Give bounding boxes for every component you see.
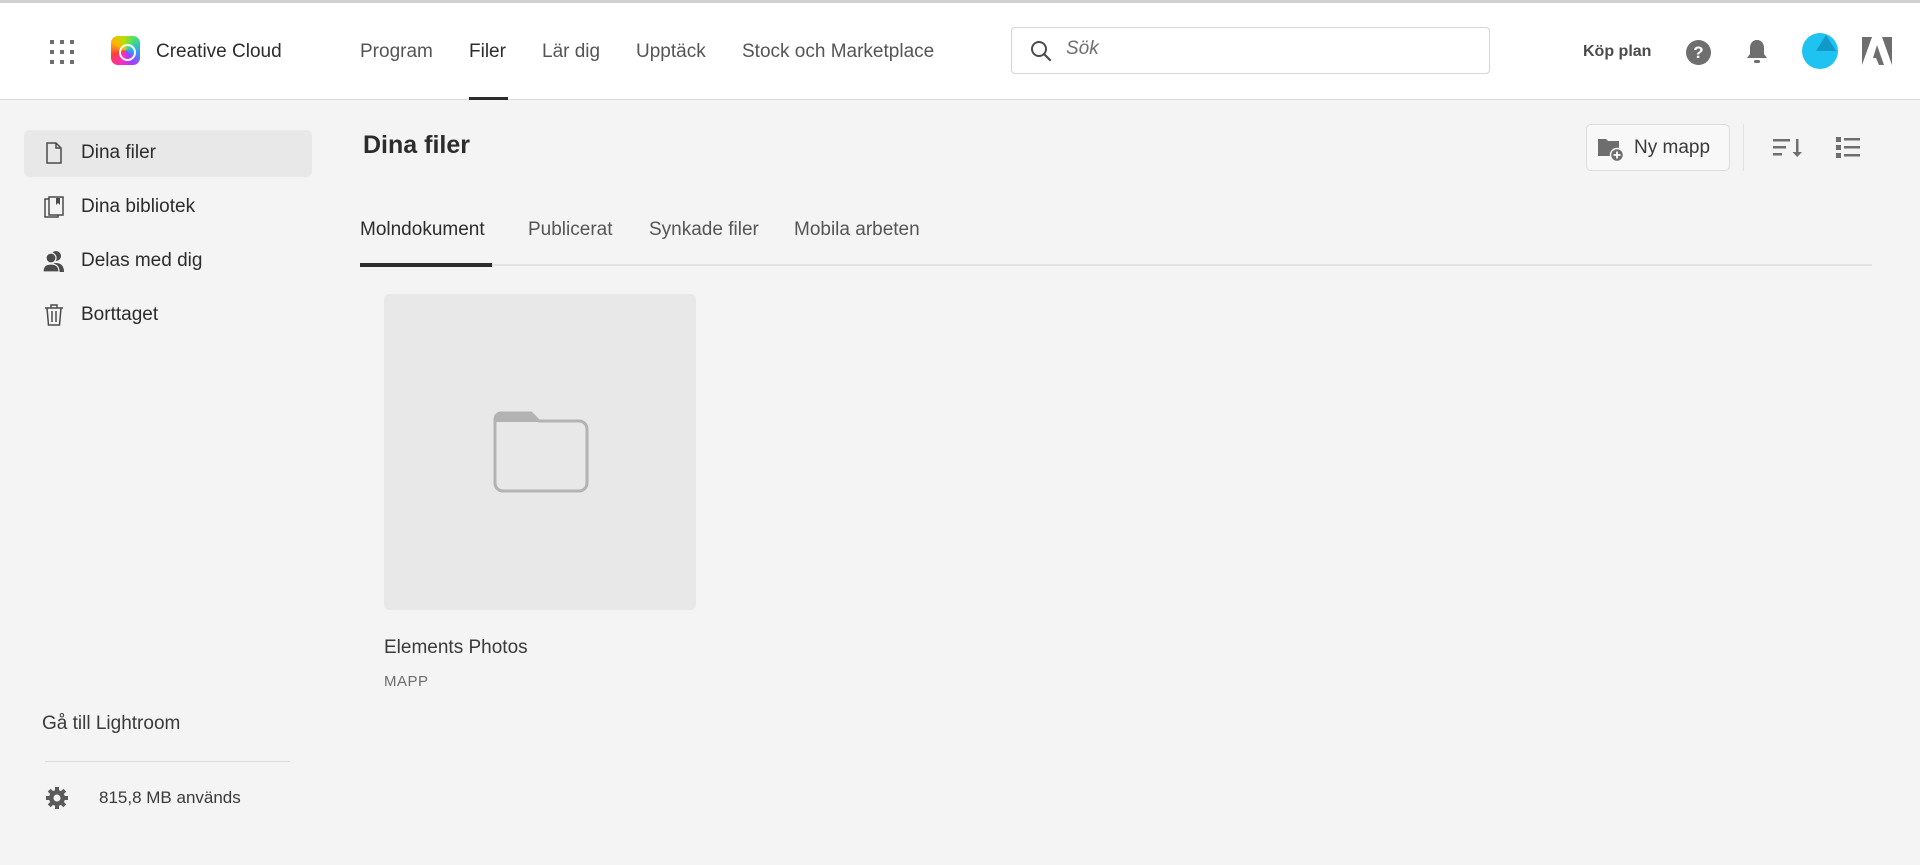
creative-cloud-logo-icon[interactable] [111, 36, 140, 65]
sidebar-item-label: Delas med dig [81, 250, 203, 271]
sidebar-item-label: Dina bibliotek [81, 196, 196, 217]
library-icon [44, 196, 64, 218]
file-icon [46, 142, 62, 164]
folder-card[interactable] [384, 294, 696, 610]
sidebar-item-label: Borttaget [81, 304, 159, 325]
folder-icon [493, 411, 589, 493]
storage-used: 815,8 MB används [99, 788, 241, 807]
go-to-lightroom-link[interactable]: Gå till Lightroom [42, 713, 180, 735]
nav-upptack[interactable]: Upptäck [636, 41, 706, 63]
file-type: MAPP [384, 673, 429, 690]
brand-name[interactable]: Creative Cloud [156, 41, 282, 63]
new-folder-label: Ny mapp [1634, 137, 1711, 158]
new-folder-icon [1598, 139, 1625, 162]
user-avatar[interactable] [1802, 33, 1838, 69]
nav-lar-dig[interactable]: Lär dig [542, 41, 600, 63]
toolbar-divider [1743, 124, 1744, 171]
tab-publicerat[interactable]: Publicerat [528, 219, 613, 241]
tab-mobila-arbeten[interactable]: Mobila arbeten [794, 219, 920, 241]
new-folder-button[interactable]: Ny mapp [1586, 124, 1730, 171]
tab-active-indicator [360, 263, 492, 267]
app-switcher-icon[interactable] [50, 40, 74, 64]
sidebar-item-dina-filer[interactable]: Dina filer [24, 130, 312, 177]
help-icon[interactable]: ? [1686, 40, 1711, 65]
sidebar-item-label: Dina filer [81, 142, 156, 163]
sidebar-item-dina-bibliotek[interactable]: Dina bibliotek [24, 184, 312, 231]
tabs-divider [360, 264, 1872, 266]
shared-users-icon [42, 251, 64, 273]
sidebar-item-borttaget[interactable]: Borttaget [24, 292, 312, 339]
gear-icon[interactable] [45, 786, 69, 810]
tab-synkade-filer[interactable]: Synkade filer [649, 219, 759, 241]
page-title: Dina filer [363, 131, 470, 159]
search-box[interactable] [1011, 27, 1490, 74]
sidebar-item-delas-med-dig[interactable]: Delas med dig [24, 238, 312, 285]
search-input[interactable] [1066, 38, 1466, 60]
nav-stock[interactable]: Stock och Marketplace [742, 41, 934, 63]
nav-program[interactable]: Program [360, 41, 433, 63]
adobe-logo-icon[interactable] [1862, 37, 1892, 65]
tab-molndokument[interactable]: Molndokument [360, 219, 485, 241]
nav-active-indicator [469, 97, 508, 100]
search-icon [1031, 41, 1052, 62]
file-name[interactable]: Elements Photos [384, 637, 528, 659]
bell-icon[interactable] [1745, 38, 1769, 66]
buy-plan-link[interactable]: Köp plan [1583, 43, 1651, 61]
trash-icon [45, 304, 63, 326]
sort-icon[interactable] [1772, 136, 1804, 160]
list-view-icon[interactable] [1835, 135, 1861, 161]
nav-filer[interactable]: Filer [469, 41, 506, 63]
sidebar-divider [45, 761, 290, 762]
top-header: Creative Cloud Program Filer Lär dig Upp… [0, 3, 1920, 100]
